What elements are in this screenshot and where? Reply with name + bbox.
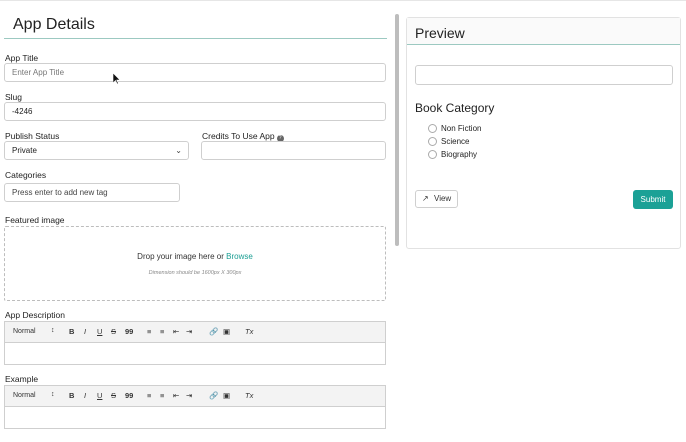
blockquote-button[interactable]: 99: [125, 391, 133, 400]
outdent-icon[interactable]: ⇤: [173, 391, 179, 400]
dimension-hint: Dimension should be 1600px X 300px: [148, 270, 242, 276]
publish-status-value: Private: [12, 146, 37, 155]
italic-button[interactable]: I: [84, 391, 86, 400]
view-button[interactable]: ↗ View: [415, 190, 458, 208]
categories-tag-input[interactable]: Press enter to add new tag: [4, 183, 180, 202]
link-icon[interactable]: 🔗: [209, 391, 218, 400]
categories-placeholder: Press enter to add new tag: [12, 188, 108, 197]
bullet-list-icon[interactable]: ≡: [160, 391, 164, 400]
indent-icon[interactable]: ⇥: [186, 391, 192, 400]
radio-label: Biography: [441, 150, 478, 159]
format-select[interactable]: Normal: [13, 328, 36, 335]
italic-button[interactable]: I: [84, 327, 86, 336]
updown-icon: ↕: [51, 327, 55, 334]
categories-label: Categories: [5, 170, 47, 180]
example-body[interactable]: [5, 407, 385, 428]
app-description-label: App Description: [5, 310, 66, 320]
example-editor: Normal ↕ B I U S 99 ≡ ≡ ⇤ ⇥ 🔗 ▣ Tx: [4, 385, 386, 429]
format-select[interactable]: Normal: [13, 392, 36, 399]
dropzone-text: Drop your image here or Browse: [5, 252, 385, 261]
app-title-input[interactable]: Enter App Title: [4, 63, 386, 82]
app-title-placeholder: Enter App Title: [12, 68, 65, 77]
link-icon[interactable]: 🔗: [209, 327, 218, 336]
title-divider: [4, 38, 387, 39]
bold-button[interactable]: B: [69, 391, 74, 400]
image-icon[interactable]: ▣: [223, 391, 230, 400]
radio-label: Science: [441, 137, 470, 146]
image-icon[interactable]: ▣: [223, 327, 230, 336]
slug-input[interactable]: -4246: [4, 102, 386, 121]
submit-button[interactable]: Submit: [633, 190, 673, 209]
editor-toolbar: Normal ↕ B I U S 99 ≡ ≡ ⇤ ⇥ 🔗 ▣ Tx: [5, 322, 385, 343]
slug-value: -4246: [12, 107, 33, 116]
radio-button[interactable]: [428, 137, 437, 146]
app-description-body[interactable]: [5, 343, 385, 364]
ordered-list-icon[interactable]: ≡: [147, 391, 151, 400]
underline-button[interactable]: U: [97, 391, 102, 400]
preview-title: Preview: [415, 25, 465, 41]
ordered-list-icon[interactable]: ≡: [147, 327, 151, 336]
radio-button[interactable]: [428, 150, 437, 159]
chevron-down-icon: ⌄: [175, 146, 182, 155]
outdent-icon[interactable]: ⇤: [173, 327, 179, 336]
underline-button[interactable]: U: [97, 327, 102, 336]
credits-label-text: Credits To Use App: [202, 131, 275, 141]
radio-label: Non Fiction: [441, 124, 482, 133]
featured-image-label: Featured image: [5, 215, 65, 225]
preview-panel: Preview Book Category Non Fiction Scienc…: [406, 17, 681, 249]
app-description-editor: Normal ↕ B I U S 99 ≡ ≡ ⇤ ⇥ 🔗 ▣ Tx: [4, 321, 386, 365]
strike-button[interactable]: S: [111, 327, 116, 336]
view-button-label: View: [434, 194, 452, 203]
app-details-form: App Details App Title Enter App Title Sl…: [0, 0, 396, 442]
editor-toolbar: Normal ↕ B I U S 99 ≡ ≡ ⇤ ⇥ 🔗 ▣ Tx: [5, 386, 385, 407]
dropzone-prompt: Drop your image here or: [137, 252, 224, 261]
example-label: Example: [5, 374, 39, 384]
browse-link[interactable]: Browse: [226, 252, 253, 261]
radio-button[interactable]: [428, 124, 437, 133]
preview-header: Preview: [407, 18, 680, 45]
app-title-label: App Title: [5, 53, 39, 63]
page-title: App Details: [13, 16, 95, 33]
scrollbar[interactable]: [395, 14, 399, 246]
preview-title-input[interactable]: [415, 65, 673, 85]
updown-icon: ↕: [51, 391, 55, 398]
mouse-cursor-icon: [113, 73, 121, 85]
publish-status-select[interactable]: Private ⌄: [4, 141, 189, 160]
bullet-list-icon[interactable]: ≡: [160, 327, 164, 336]
clear-format-button[interactable]: Tx: [245, 327, 253, 336]
strike-button[interactable]: S: [111, 391, 116, 400]
book-category-label: Book Category: [415, 101, 495, 115]
image-dropzone[interactable]: Drop your image here or Browse Dimension…: [4, 226, 386, 301]
bold-button[interactable]: B: [69, 327, 74, 336]
credits-input[interactable]: [201, 141, 386, 160]
clear-format-button[interactable]: Tx: [245, 391, 253, 400]
slug-label: Slug: [5, 92, 23, 102]
external-link-icon: ↗: [422, 194, 429, 203]
indent-icon[interactable]: ⇥: [186, 327, 192, 336]
blockquote-button[interactable]: 99: [125, 327, 133, 336]
publish-status-label: Publish Status: [5, 131, 60, 141]
